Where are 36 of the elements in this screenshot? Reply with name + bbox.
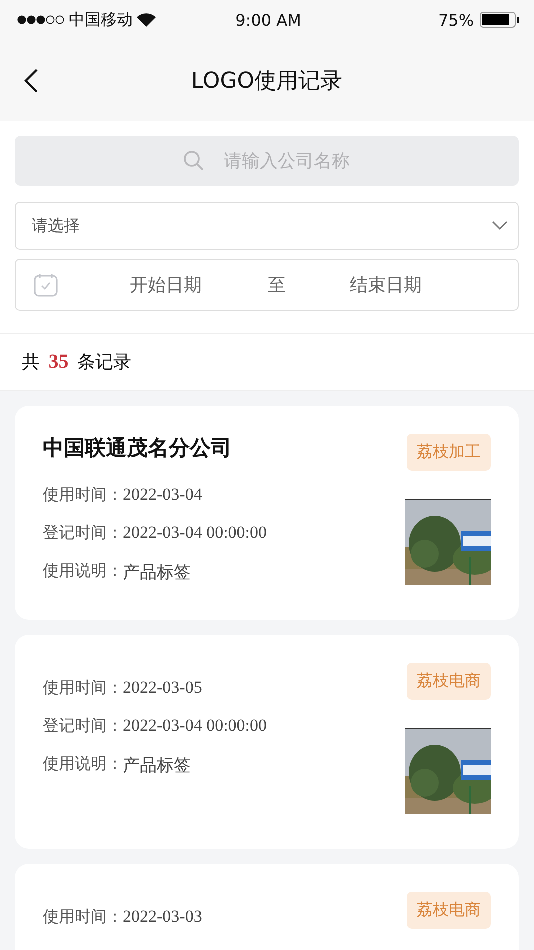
field-value: 2022-03-04 [123, 485, 202, 506]
record-card[interactable]: 使用时间：2022-03-05 登记时间：2022-03-04 00:00:00 使用说明：产品标签 荔枝电商 [15, 635, 519, 849]
field-value: 产品标签 [123, 562, 191, 584]
record-card[interactable]: 中国联通茂名分公司 使用时间：2022-03-04 登记时间：2022-03-04 00:00:00 使用说明：产品标签 荔枝加工 [15, 406, 519, 620]
field-label: 使用时间： [43, 907, 123, 928]
battery-percent: 75% [438, 10, 474, 30]
category-tag: 荔枝电商 [407, 892, 491, 929]
clock-time: 9:00 AM [236, 10, 302, 30]
field-value: 产品标签 [123, 755, 191, 777]
record-card[interactable]: 使用时间：2022-03-03 荔枝电商 [15, 864, 519, 950]
field-label: 登记时间： [43, 716, 123, 737]
field-label: 使用时间： [43, 678, 123, 699]
field-value: 2022-03-05 [123, 678, 202, 699]
company-name: 中国联通茂名分公司 [43, 435, 233, 462]
record-count: 共 35 条记录 [22, 350, 132, 374]
start-date-field[interactable]: 开始日期 [130, 273, 202, 297]
field-value: 2022-03-04 00:00:00 [123, 523, 268, 544]
date-separator: 至 [268, 274, 286, 297]
category-tag: 荔枝电商 [407, 663, 491, 700]
search-icon [184, 151, 204, 171]
back-icon[interactable] [22, 68, 40, 94]
end-date-field[interactable]: 结束日期 [350, 273, 422, 297]
category-tag: 荔枝加工 [407, 434, 491, 471]
field-label: 使用说明： [43, 561, 123, 582]
field-label: 使用时间： [43, 485, 123, 506]
field-label: 使用说明： [43, 754, 123, 775]
battery-icon [480, 12, 520, 28]
chevron-down-icon [492, 221, 508, 231]
wifi-icon [137, 13, 156, 27]
carrier-name: 中国移动 [69, 10, 133, 30]
signal-icon [17, 15, 65, 25]
page-title: LOGO使用记录 [191, 68, 343, 96]
category-dropdown[interactable]: 请选择 [15, 202, 519, 250]
field-value: 2022-03-03 [123, 907, 202, 928]
field-value: 2022-03-04 00:00:00 [123, 716, 268, 737]
field-label: 登记时间： [43, 523, 123, 544]
